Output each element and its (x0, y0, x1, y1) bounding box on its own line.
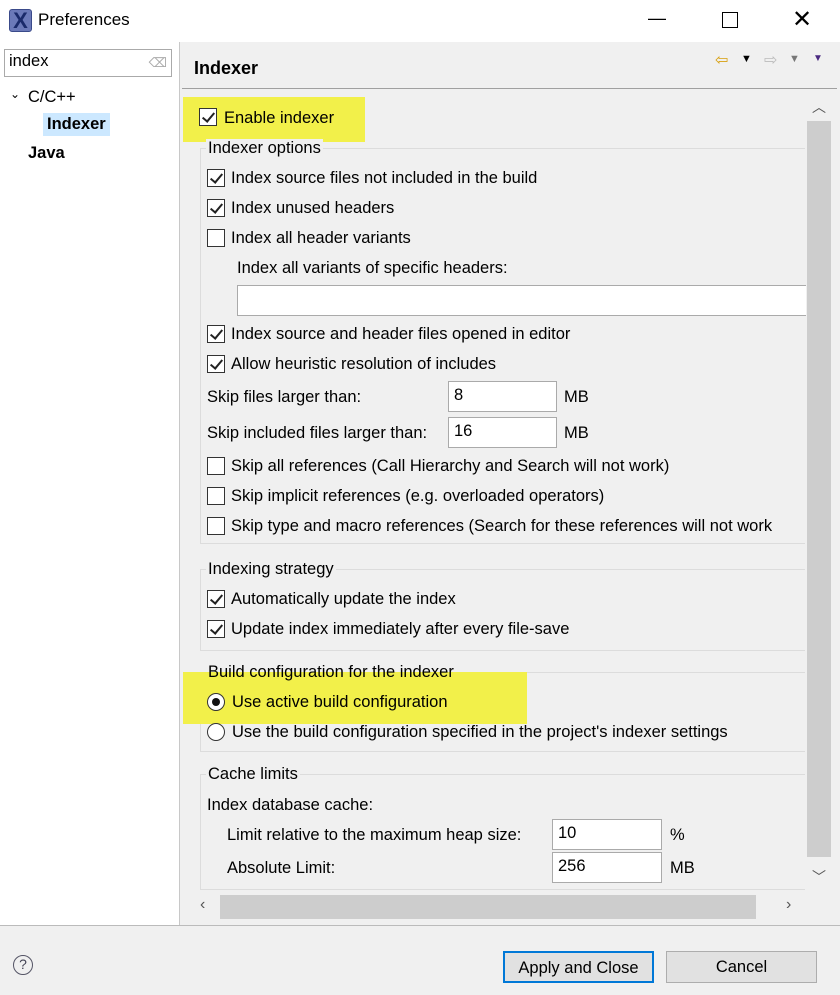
tree-item-cpp[interactable]: C/C++ (28, 88, 76, 107)
checkbox[interactable] (207, 487, 225, 505)
horizontal-scrollbar[interactable]: ‹ › (194, 894, 806, 919)
radio-button[interactable] (207, 693, 225, 711)
apply-and-close-button[interactable]: Apply and Close (503, 951, 654, 983)
checkbox-label: Skip all references (Call Hierarchy and … (231, 457, 670, 475)
checkbox-label: Index unused headers (231, 199, 395, 217)
absolute-limit-label: Absolute Limit: (227, 859, 336, 877)
eraser-icon[interactable]: ⌫ (149, 55, 167, 71)
help-icon[interactable]: ? (13, 955, 33, 975)
separator (182, 88, 837, 89)
window-title: Preferences (38, 10, 130, 29)
tree-item-java[interactable]: Java (28, 144, 65, 163)
chevron-down-icon[interactable]: ﹀ (812, 867, 826, 887)
checkbox-label: Index all header variants (231, 229, 411, 247)
chevron-right-icon[interactable]: › (786, 896, 791, 914)
checkbox[interactable] (207, 229, 225, 247)
skip-included-input[interactable]: 16 (448, 417, 557, 448)
relative-limit-label: Limit relative to the maximum heap size: (227, 826, 522, 844)
preference-tree-panel: index ⌫ ⌄ C/C++ Indexer Java (0, 42, 180, 925)
chevron-down-icon[interactable]: ⌄ (10, 87, 20, 101)
checkbox-label: Index source files not included in the b… (231, 169, 538, 187)
group-title: Build configuration for the indexer (208, 663, 454, 681)
cache-label: Index database cache: (207, 796, 374, 814)
cancel-button[interactable]: Cancel (666, 951, 817, 983)
scrollbar-thumb[interactable] (807, 121, 831, 857)
checkbox[interactable] (207, 457, 225, 475)
variants-input[interactable] (237, 285, 807, 316)
scrollbar-thumb[interactable] (220, 895, 756, 919)
checkbox[interactable] (207, 325, 225, 343)
view-menu-icon[interactable]: ▼ (813, 53, 823, 64)
checkbox[interactable] (207, 620, 225, 638)
dialog-separator (0, 925, 840, 926)
radio-label: Use the build configuration specified in… (232, 723, 728, 741)
tree-item-indexer[interactable]: Indexer (43, 113, 110, 136)
radio-button[interactable] (207, 723, 225, 741)
checkbox-label: Skip implicit references (e.g. overloade… (231, 487, 605, 505)
radio-label: Use active build configuration (232, 693, 448, 711)
group-title: Cache limits (206, 765, 300, 784)
chevron-left-icon[interactable]: ‹ (200, 896, 205, 914)
checkbox-label: Skip type and macro references (Search f… (231, 517, 773, 535)
variants-label: Index all variants of specific headers: (237, 259, 508, 277)
close-button[interactable]: ✕ (792, 5, 812, 34)
group-title: Indexer options (206, 139, 323, 158)
back-dropdown-icon[interactable]: ▼ (741, 53, 752, 65)
enable-indexer-label: Enable indexer (224, 109, 335, 127)
checkbox-label: Update index immediately after every fil… (231, 620, 570, 638)
skip-files-input[interactable]: 8 (448, 381, 557, 412)
enable-indexer-checkbox[interactable] (199, 108, 217, 126)
group-title: Indexing strategy (206, 560, 336, 579)
maximize-button[interactable] (722, 12, 738, 28)
checkbox-label: Index source and header files opened in … (231, 325, 571, 343)
checkbox[interactable] (207, 169, 225, 187)
eclipse-x-icon: X (9, 9, 32, 32)
unit-label: MB (564, 424, 589, 442)
skip-files-label: Skip files larger than: (207, 388, 362, 406)
vertical-scrollbar[interactable]: ︿ ﹀ (806, 95, 831, 895)
checkbox-label: Automatically update the index (231, 590, 456, 608)
filter-input[interactable]: index ⌫ (4, 49, 172, 77)
checkbox[interactable] (207, 590, 225, 608)
title-bar: X Preferences — ✕ (0, 0, 840, 42)
chevron-up-icon[interactable]: ︿ (812, 97, 826, 117)
checkbox[interactable] (207, 355, 225, 373)
absolute-limit-input[interactable]: 256 (552, 852, 662, 883)
back-arrow-icon[interactable]: ⇦ (715, 50, 728, 70)
page-title: Indexer (194, 58, 259, 78)
skip-included-label: Skip included files larger than: (207, 424, 428, 442)
checkbox-label: Allow heuristic resolution of includes (231, 355, 497, 373)
unit-label: % (670, 826, 685, 844)
unit-label: MB (670, 859, 695, 877)
unit-label: MB (564, 388, 589, 406)
relative-limit-input[interactable]: 10 (552, 819, 662, 850)
forward-arrow-icon[interactable]: ⇨ (764, 50, 777, 70)
checkbox[interactable] (207, 517, 225, 535)
forward-dropdown-icon[interactable]: ▼ (789, 53, 800, 65)
minimize-button[interactable]: — (648, 8, 672, 29)
checkbox[interactable] (207, 199, 225, 217)
